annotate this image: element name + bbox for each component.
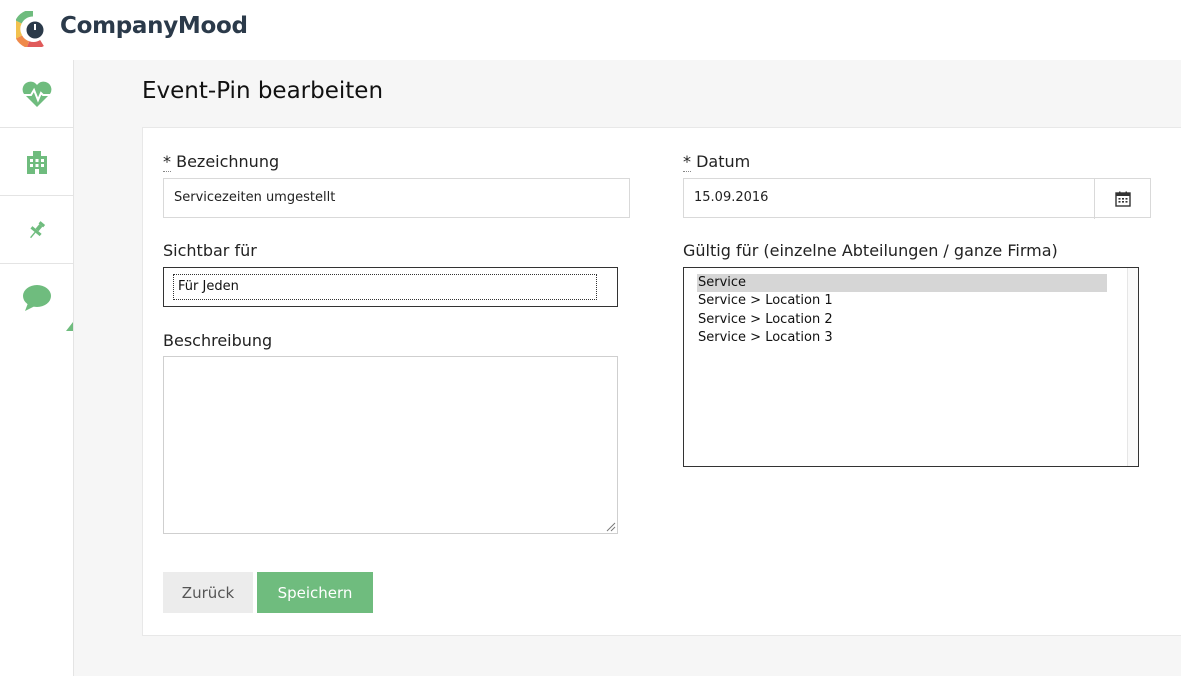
list-item[interactable]: Service — [697, 274, 1107, 292]
sidebar-item-pins[interactable] — [0, 196, 73, 264]
name-label-text: Bezeichnung — [176, 152, 280, 171]
calendar-icon — [1114, 191, 1131, 207]
list-item[interactable]: Service > Location 1 — [697, 292, 1107, 310]
list-item[interactable]: Service > Location 3 — [697, 329, 1107, 347]
valid-for-label: Gültig für (einzelne Abteilungen / ganze… — [683, 241, 1058, 260]
top-bar: CompanyMood — [0, 0, 1181, 60]
visibility-label: Sichtbar für — [163, 241, 257, 260]
required-marker: * — [163, 152, 171, 172]
valid-for-listbox[interactable]: Service Service > Location 1 Service > L… — [683, 267, 1139, 467]
heartbeat-icon — [22, 81, 51, 107]
visibility-select[interactable]: Für Jeden — [163, 267, 618, 307]
sidebar-item-messages[interactable] — [0, 264, 73, 332]
resize-grip-icon[interactable] — [605, 521, 616, 532]
required-marker: * — [683, 152, 691, 172]
date-label-text: Datum — [696, 152, 751, 171]
description-label: Beschreibung — [163, 331, 273, 350]
calendar-button[interactable] — [1094, 179, 1150, 219]
name-label: * Bezeichnung — [163, 152, 280, 172]
date-value: 15.09.2016 — [694, 190, 769, 205]
company-mood-logo[interactable] — [16, 11, 50, 47]
main-content: Event-Pin bearbeiten * Bezeichnung Servi… — [74, 60, 1181, 676]
back-button[interactable]: Zurück — [163, 572, 253, 613]
name-input[interactable]: Servicezeiten umgestellt — [163, 178, 630, 218]
sidebar — [0, 60, 74, 676]
sidebar-item-company[interactable] — [0, 128, 73, 196]
visibility-selected-value: Für Jeden — [173, 274, 597, 300]
pin-icon — [29, 220, 45, 238]
building-icon — [26, 150, 47, 174]
date-label: * Datum — [683, 152, 751, 172]
chat-bubble-icon — [22, 285, 51, 311]
active-nav-marker — [66, 322, 73, 331]
brand-name: CompanyMood — [60, 13, 248, 39]
date-input[interactable]: 15.09.2016 — [683, 178, 1151, 219]
description-textarea[interactable] — [163, 356, 618, 534]
listbox-scrollbar[interactable] — [1127, 268, 1138, 466]
form-card: * Bezeichnung Servicezeiten umgestellt *… — [142, 127, 1181, 636]
save-button[interactable]: Speichern — [257, 572, 373, 613]
sidebar-item-dashboard[interactable] — [0, 60, 73, 128]
page-title: Event-Pin bearbeiten — [142, 78, 384, 104]
list-item[interactable]: Service > Location 2 — [697, 311, 1107, 329]
